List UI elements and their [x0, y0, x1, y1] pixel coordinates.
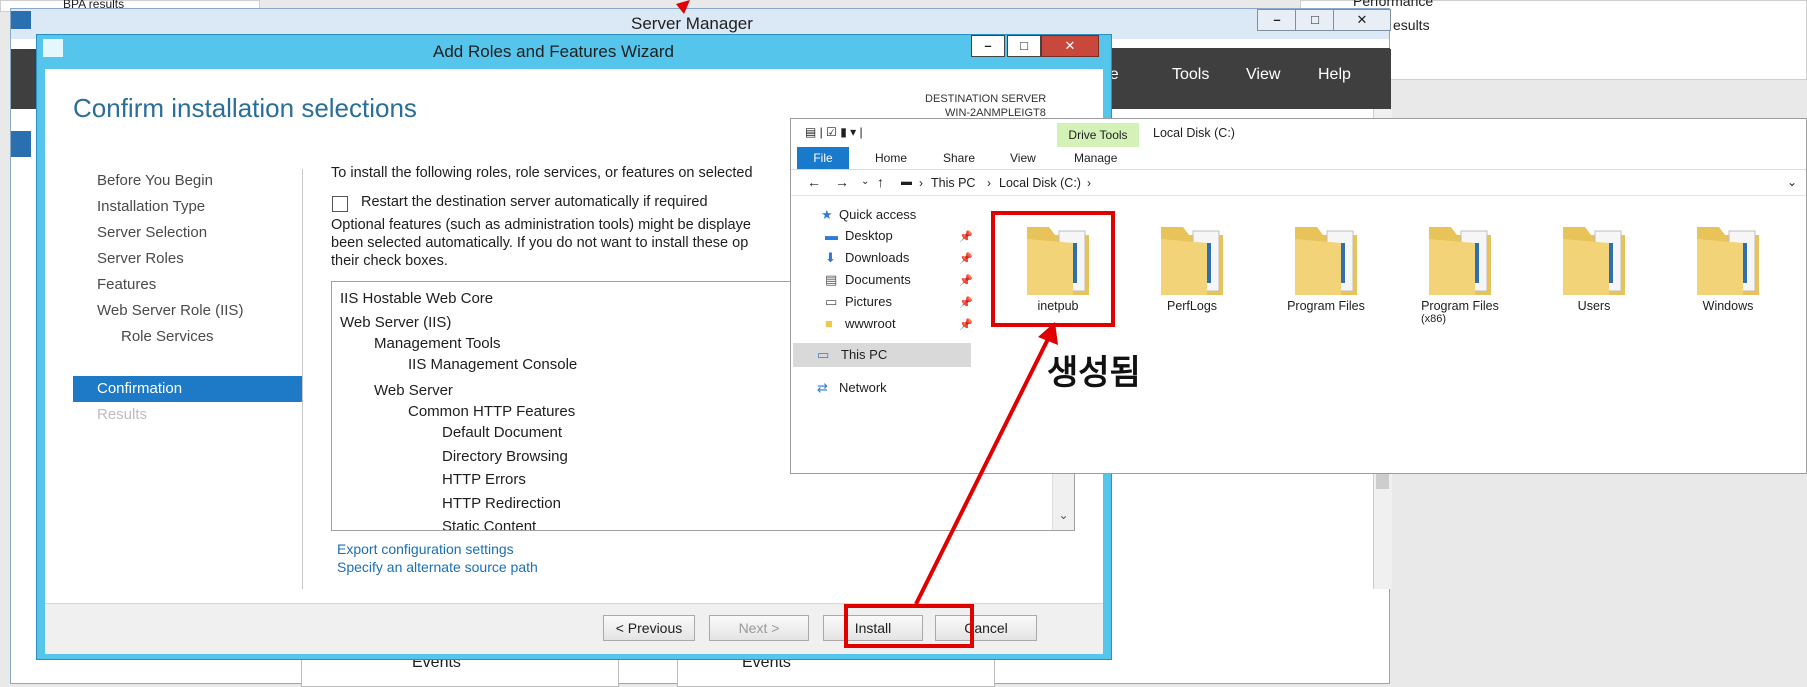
annotation-arrow-line: [914, 334, 1052, 605]
annotation-arrow-layer: [676, 0, 1058, 605]
top-arrow-fragment-icon: [676, 0, 690, 14]
